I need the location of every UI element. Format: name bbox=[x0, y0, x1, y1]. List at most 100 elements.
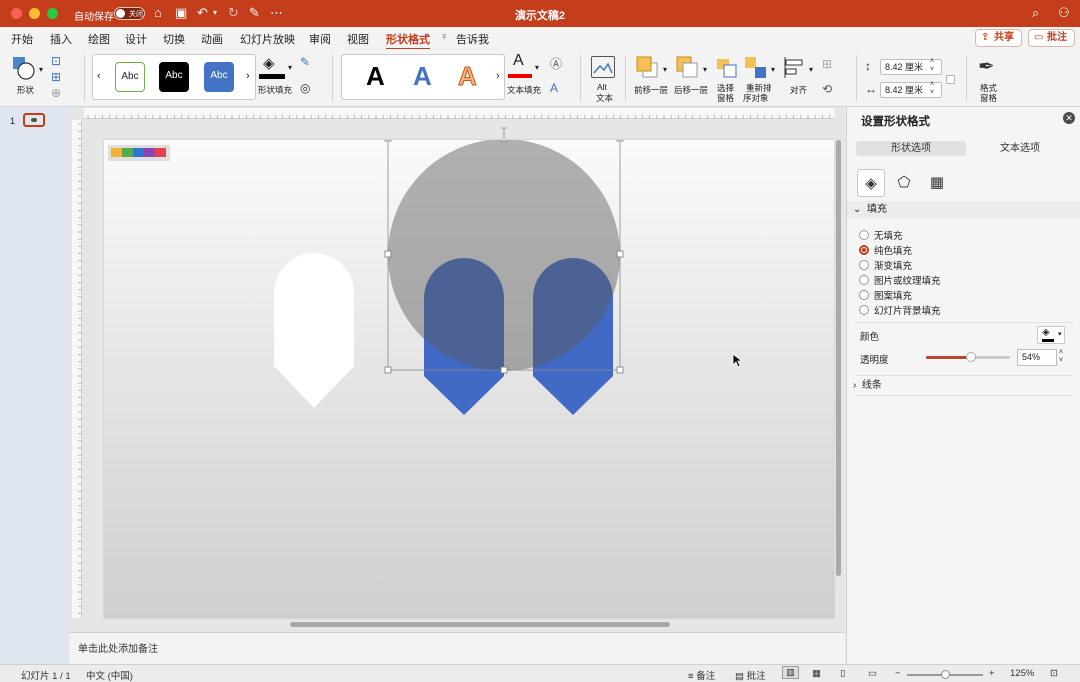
tab-tell-me[interactable]: 告诉我 bbox=[456, 31, 489, 47]
bring-forward-button[interactable] bbox=[636, 56, 660, 80]
vertical-scrollbar[interactable] bbox=[836, 140, 841, 576]
text-fill-dropdown-icon[interactable]: ▾ bbox=[535, 63, 539, 72]
width-stepper[interactable]: ˄ ˅ bbox=[930, 81, 934, 97]
tab-animations[interactable]: 动画 bbox=[201, 31, 223, 47]
style-sample-black[interactable]: Abc bbox=[159, 62, 189, 92]
edit-shape-icon[interactable]: ⊡ bbox=[51, 54, 61, 68]
group-icon[interactable]: ⊞ bbox=[822, 57, 832, 71]
zoom-level[interactable]: 125% bbox=[1010, 668, 1034, 679]
lock-aspect-checkbox[interactable] bbox=[946, 75, 955, 84]
close-icon[interactable]: ✕ bbox=[1063, 112, 1075, 124]
radio-no-fill[interactable]: 无填充 bbox=[859, 228, 903, 242]
share-button[interactable]: ⇪ 共享 bbox=[975, 29, 1022, 47]
comment-button[interactable]: ▭ 批注 bbox=[1028, 29, 1075, 47]
wordart-next-icon[interactable]: › bbox=[496, 70, 500, 82]
radio-picture-fill[interactable]: 图片或纹理填充 bbox=[859, 273, 941, 287]
text-fill-button[interactable]: A bbox=[508, 52, 532, 80]
align-button[interactable] bbox=[783, 56, 807, 80]
tab-review[interactable]: 审阅 bbox=[309, 31, 331, 47]
account-icon[interactable]: ⚇ bbox=[1058, 5, 1070, 21]
tab-draw[interactable]: 绘图 bbox=[88, 31, 110, 47]
send-backward-dropdown-icon[interactable]: ▾ bbox=[703, 65, 707, 74]
slide[interactable] bbox=[104, 140, 834, 618]
shape-fill-button[interactable]: ◈ bbox=[259, 54, 285, 80]
transparency-input[interactable]: 54% bbox=[1017, 349, 1057, 366]
shape-effects-icon[interactable]: ◎ bbox=[300, 81, 310, 95]
radio-button-selected[interactable] bbox=[859, 245, 869, 255]
rotate-handle[interactable] bbox=[499, 125, 509, 139]
zoom-in-icon[interactable]: + bbox=[989, 668, 995, 679]
radio-slide-background-fill[interactable]: 幻灯片背景填充 bbox=[859, 303, 941, 317]
shapes-dropdown-icon[interactable]: ▾ bbox=[39, 65, 43, 74]
radio-button[interactable] bbox=[859, 230, 869, 240]
slide-sorter-icon[interactable]: ▦ bbox=[812, 668, 821, 679]
radio-pattern-fill[interactable]: 图案填充 bbox=[859, 288, 912, 302]
text-outline-icon[interactable]: Ⓐ bbox=[550, 55, 562, 72]
slide-thumbnail[interactable] bbox=[23, 113, 45, 127]
reorder-dropdown-icon[interactable]: ▾ bbox=[771, 65, 775, 74]
tab-shape-format[interactable]: 形状格式 bbox=[386, 31, 430, 50]
tab-shape-options[interactable]: 形状选项 bbox=[856, 141, 966, 156]
fit-to-window-icon[interactable]: ⊡ bbox=[1050, 668, 1058, 679]
gallery-prev-icon[interactable]: ‹ bbox=[97, 70, 101, 82]
wordart-sample-blue[interactable]: A bbox=[413, 61, 432, 92]
shapes-button[interactable] bbox=[11, 55, 37, 81]
notes-pane[interactable]: 单击此处添加备注 bbox=[69, 632, 845, 664]
shape-outline-icon[interactable]: ✎ bbox=[300, 55, 310, 69]
horizontal-scrollbar[interactable] bbox=[290, 622, 670, 627]
comments-toggle[interactable]: ▤ 批注 bbox=[735, 668, 766, 682]
wordart-sample-orange[interactable]: A bbox=[458, 61, 478, 92]
handle-top-left[interactable] bbox=[384, 140, 392, 142]
fill-line-icon[interactable]: ◈ bbox=[857, 169, 885, 197]
gallery-next-icon[interactable]: › bbox=[246, 70, 250, 82]
handle-top-right[interactable] bbox=[616, 140, 624, 142]
align-dropdown-icon[interactable]: ▾ bbox=[809, 65, 813, 74]
wordart-sample-black[interactable]: A bbox=[366, 61, 385, 92]
radio-button[interactable] bbox=[859, 290, 869, 300]
tab-text-options[interactable]: 文本选项 bbox=[965, 141, 1075, 156]
merge-shapes-icon[interactable]: ⊕ bbox=[51, 86, 61, 100]
radio-solid-fill[interactable]: 纯色填充 bbox=[859, 243, 912, 257]
handle-top[interactable] bbox=[500, 140, 508, 142]
fill-section-header[interactable]: ⌄ 填充 bbox=[847, 201, 1080, 219]
format-pane-icon[interactable]: ✒ bbox=[978, 54, 995, 79]
tab-transitions[interactable]: 切换 bbox=[163, 31, 185, 47]
tab-design[interactable]: 设计 bbox=[125, 31, 147, 47]
search-icon[interactable]: ⌕ bbox=[1032, 5, 1039, 21]
height-stepper[interactable]: ˄ ˅ bbox=[930, 58, 934, 74]
tab-insert[interactable]: 插入 bbox=[50, 31, 72, 47]
handle-right[interactable] bbox=[616, 250, 624, 258]
handle-bottom-left[interactable] bbox=[384, 366, 392, 374]
color-picker-button[interactable]: ◈ ▾ bbox=[1037, 326, 1065, 344]
normal-view-icon[interactable]: ▥ bbox=[782, 666, 799, 679]
radio-button[interactable] bbox=[859, 260, 869, 270]
radio-button[interactable] bbox=[859, 275, 869, 285]
handle-bottom-right[interactable] bbox=[616, 366, 624, 374]
alt-text-button[interactable] bbox=[591, 56, 615, 78]
bring-forward-dropdown-icon[interactable]: ▾ bbox=[663, 65, 667, 74]
zoom-slider-knob[interactable] bbox=[941, 670, 950, 679]
zoom-out-icon[interactable]: − bbox=[895, 668, 901, 679]
shape-fill-dropdown-icon[interactable]: ▾ bbox=[288, 63, 292, 72]
language-indicator[interactable]: 中文 (中国) bbox=[86, 668, 133, 682]
transparency-stepper[interactable]: ˄ ˅ bbox=[1059, 349, 1063, 365]
style-sample-blue[interactable]: Abc bbox=[204, 62, 234, 92]
handle-left[interactable] bbox=[384, 250, 392, 258]
effects-icon[interactable]: ⬠ bbox=[890, 169, 918, 197]
radio-gradient-fill[interactable]: 渐变填充 bbox=[859, 258, 912, 272]
tab-view[interactable]: 视图 bbox=[347, 31, 369, 47]
send-backward-button[interactable] bbox=[676, 56, 700, 80]
notes-toggle[interactable]: ≡ 备注 bbox=[688, 668, 715, 682]
text-box-icon[interactable]: ⊞ bbox=[51, 70, 61, 84]
radio-button[interactable] bbox=[859, 305, 869, 315]
transparency-slider-knob[interactable] bbox=[966, 352, 977, 362]
handle-bottom[interactable] bbox=[500, 366, 508, 374]
grey-circle-shape[interactable] bbox=[388, 140, 620, 371]
transparency-slider[interactable] bbox=[926, 352, 1010, 362]
style-sample-outline[interactable]: Abc bbox=[115, 62, 145, 92]
selection-pane-button[interactable] bbox=[716, 56, 738, 80]
white-arch-shape[interactable] bbox=[274, 253, 354, 408]
reading-view-icon[interactable]: ▯ bbox=[840, 668, 845, 679]
zoom-slider[interactable] bbox=[907, 670, 983, 679]
line-section-header[interactable]: › 线条 bbox=[847, 377, 1080, 395]
